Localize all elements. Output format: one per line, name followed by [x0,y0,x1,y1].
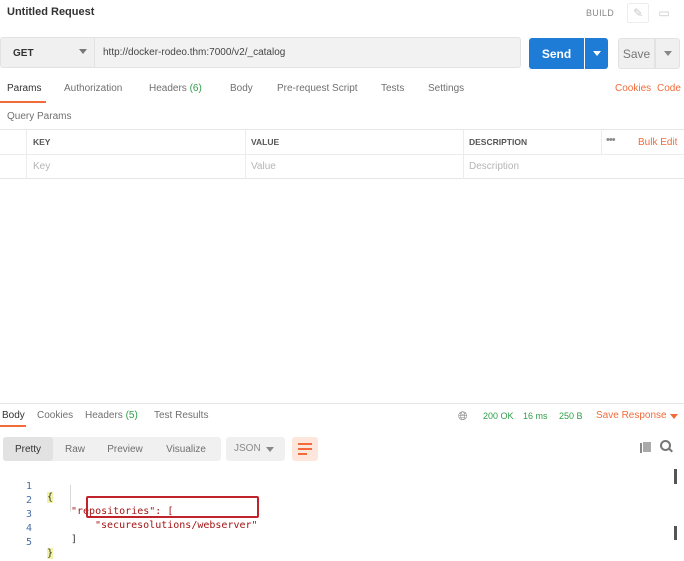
value-input[interactable]: Value [251,161,276,172]
tab-label: Settings [428,83,465,94]
globe-icon[interactable]: 🌐︎ [458,409,468,424]
view-pretty-button[interactable]: Pretty [3,437,53,461]
response-tab-test-results[interactable]: Test Results [154,410,208,421]
tab-headers[interactable]: Headers (6) [149,83,202,94]
url-input[interactable]: http://docker-rodeo.thm:7000/v2/_catalog [95,37,521,68]
tab-label: Headers [85,410,123,421]
tab-settings[interactable]: Settings [428,83,464,94]
chevron-down-icon[interactable] [670,414,678,419]
chevron-down-icon [266,447,274,452]
column-header-value: VALUE [251,137,280,147]
build-label[interactable]: BUILD [586,8,614,18]
pane-divider[interactable] [0,403,684,404]
search-icon[interactable] [660,440,672,452]
more-options-icon[interactable]: ••• [606,134,616,146]
comment-icon[interactable]: ▭ [653,3,675,23]
wrap-lines-icon[interactable] [292,437,318,461]
tab-label: Body [230,83,253,94]
code-line: 1 { [0,470,670,503]
description-input[interactable]: Description [469,161,519,172]
cookies-link[interactable]: Cookies [615,83,651,94]
code-link[interactable]: Code [657,83,681,94]
table-divider [245,129,246,179]
send-dropdown-button[interactable] [585,38,608,69]
response-tab-headers[interactable]: Headers (5) [85,410,138,421]
response-time[interactable]: 16 ms [523,411,548,421]
active-tab-indicator [0,101,46,103]
view-raw-button[interactable]: Raw [53,437,97,461]
table-divider [26,129,27,179]
request-tabs: Params Authorization Headers (6) Body Pr… [0,83,684,105]
tab-body[interactable]: Body [230,83,253,94]
tab-label: Tests [381,83,405,94]
bulk-edit-link[interactable]: Bulk Edit [638,137,677,148]
table-divider [463,129,464,179]
save-dropdown-button[interactable] [655,38,680,69]
view-visualize-button[interactable]: Visualize [153,437,219,461]
tab-count: (5) [125,410,138,421]
tab-tests[interactable]: Tests [381,83,404,94]
save-response-button[interactable]: Save Response [596,410,667,421]
response-size[interactable]: 250 B [559,411,583,421]
tab-authorization[interactable]: Authorization [64,83,122,94]
tab-label: Test Results [154,410,209,421]
column-header-description: DESCRIPTION [469,137,528,147]
indent-guide [70,485,71,511]
pencil-icon[interactable]: ✎ [627,3,649,23]
tab-label: Body [2,410,25,421]
view-preview-button[interactable]: Preview [97,437,153,461]
code-line: 5 } [0,526,670,559]
highlight-annotation [86,496,259,518]
tab-label: Authorization [64,83,123,94]
response-tab-body[interactable]: Body [2,410,25,421]
column-header-key: KEY [33,137,51,147]
table-divider [0,154,684,155]
tab-label: Pre-request Script [277,83,358,94]
send-button[interactable]: Send [529,38,584,69]
response-tab-cookies[interactable]: Cookies [37,410,73,421]
tab-pre-request-script[interactable]: Pre-request Script [277,83,358,94]
query-params-heading: Query Params [7,111,72,122]
save-button[interactable]: Save [618,38,655,69]
scrollbar[interactable] [674,469,677,484]
view-mode-toggle: Pretty Raw Preview Visualize [3,437,221,461]
tab-label: Headers [149,83,187,94]
format-select[interactable]: JSON [226,437,285,461]
line-number: 5 [25,537,32,548]
active-tab-indicator [0,425,26,427]
tab-params[interactable]: Params [7,83,41,94]
key-input[interactable]: Key [33,161,50,172]
chevron-down-icon [79,49,87,54]
code-text: } [47,548,54,559]
scrollbar[interactable] [674,526,677,540]
tab-label: Cookies [37,410,74,421]
copy-icon[interactable] [640,441,652,453]
request-title: Untitled Request [7,6,95,18]
table-divider [601,129,602,154]
tab-label: Params [7,83,42,94]
tab-count: (6) [189,83,202,94]
status-code[interactable]: 200 OK [483,411,514,421]
